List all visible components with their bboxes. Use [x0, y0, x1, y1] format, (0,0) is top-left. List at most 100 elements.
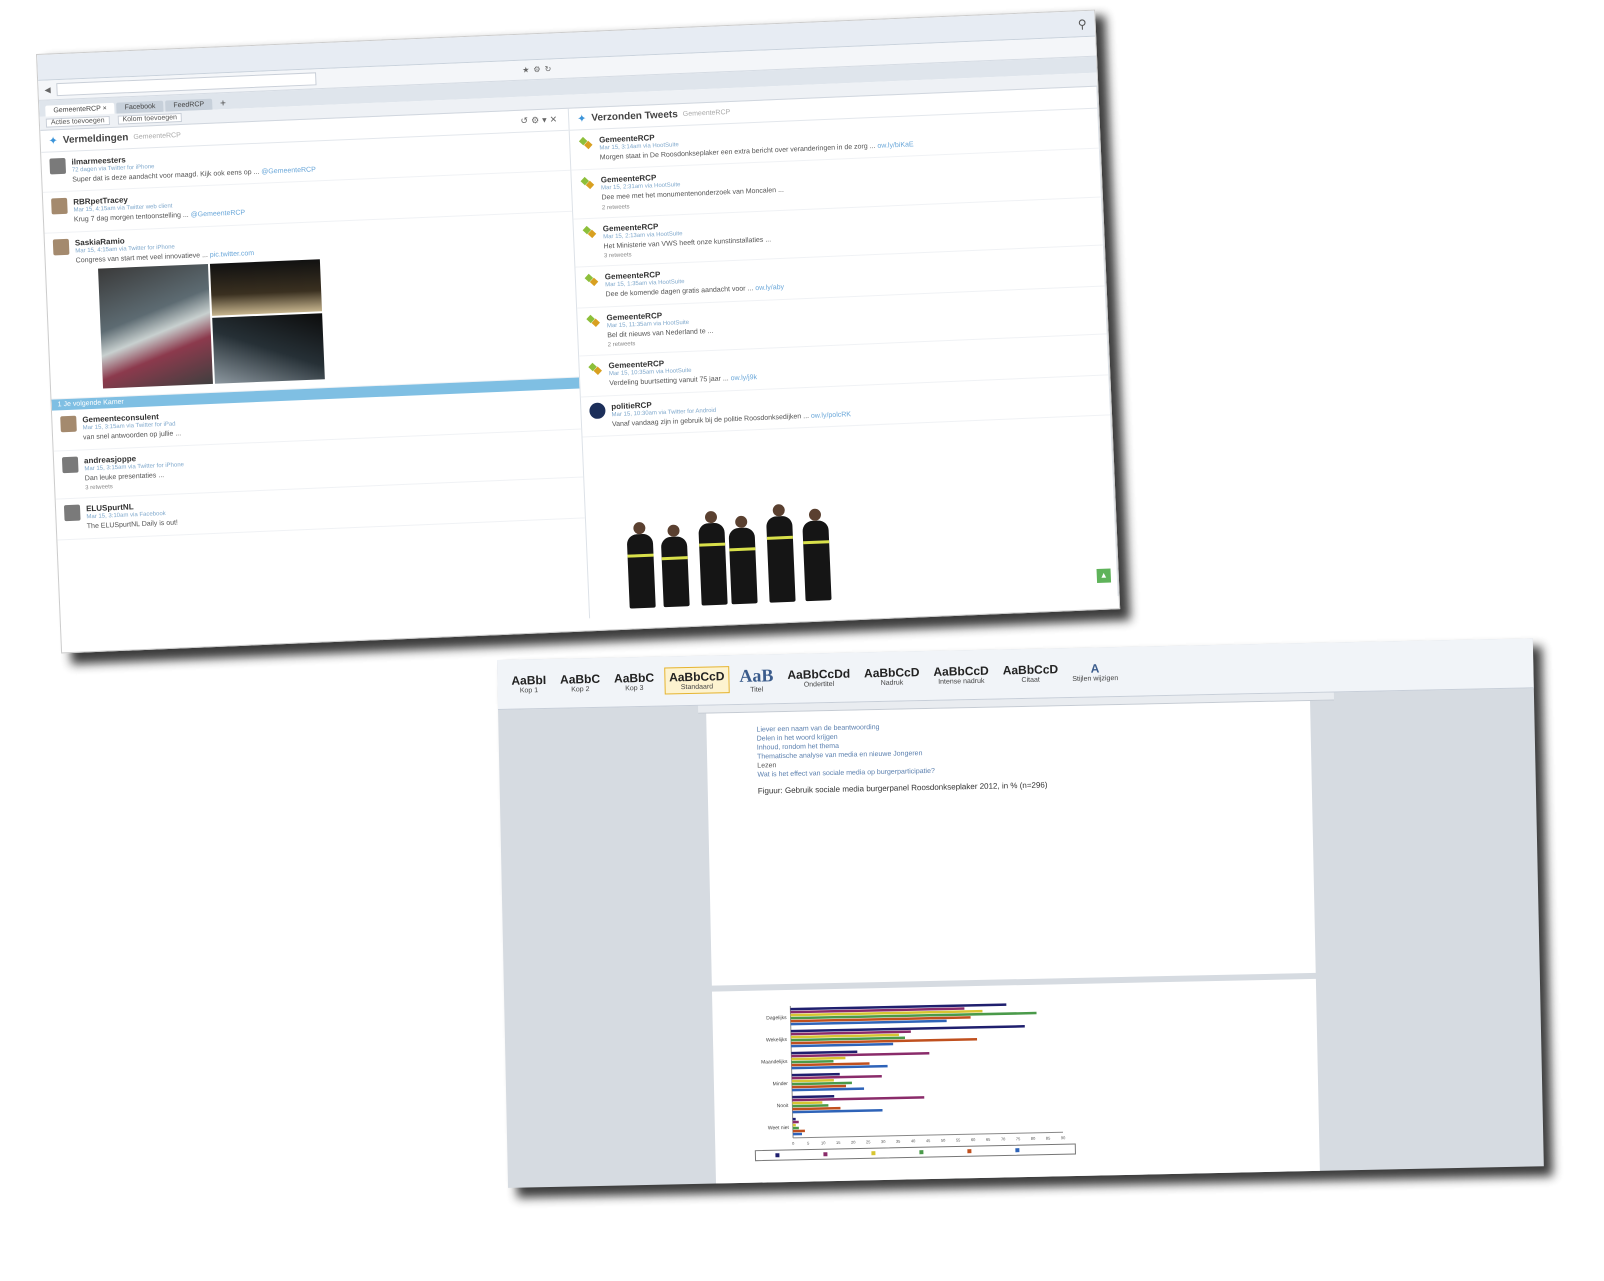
legend-swatch	[775, 1153, 780, 1158]
add-actions-button[interactable]: Acties toevoegen	[45, 115, 110, 128]
bar	[791, 1084, 847, 1089]
tick-label: 75	[1016, 1136, 1021, 1141]
change-styles-button[interactable]: A Stijlen wijzigen	[1068, 659, 1122, 685]
gemeente-logo-icon[interactable]	[580, 176, 596, 192]
tweet-link[interactable]: @GemeenteRCP	[261, 166, 316, 175]
category-label: Dagelijks	[766, 1015, 787, 1021]
tick-label: 60	[971, 1137, 976, 1142]
column-settings-icon[interactable]: ↺⚙▾✕	[520, 114, 560, 127]
style-kop-1[interactable]: AaBbI Kop 1	[507, 671, 550, 697]
style-standaard[interactable]: AaBbCcD Standaard	[663, 666, 730, 695]
bar	[792, 1095, 835, 1099]
style-citaat[interactable]: AaBbCcD Citaat	[999, 660, 1063, 686]
document-page: Liever een naam van de beantwoording Del…	[706, 700, 1316, 986]
bar	[791, 1056, 846, 1061]
style-kop-2[interactable]: AaBbC Kop 2	[556, 670, 605, 696]
bar	[792, 1101, 823, 1105]
tweet[interactable]: SaskiaRamio Mar 15, 4:15am via Twitter f…	[44, 211, 580, 400]
document-page-chart: Dagelijks Wekelijks Maandelijks Minder Nooit…	[711, 978, 1320, 1188]
bar	[791, 1079, 834, 1083]
column-mentions: ✦ Vermeldingen GemeenteRCP ↺⚙▾✕ ilmarmee…	[40, 108, 591, 641]
tick-label: 85	[1046, 1136, 1051, 1141]
photo-audience	[209, 259, 323, 317]
legend-swatch	[823, 1152, 828, 1157]
tab-feedrcp[interactable]: FeedRCP	[165, 98, 213, 112]
police-logo-icon[interactable]	[589, 402, 606, 419]
tweet-link[interactable]: ow.ly/biKaE	[877, 141, 913, 150]
back-icon[interactable]: ◀	[44, 85, 51, 94]
avatar[interactable]	[61, 456, 79, 474]
category-label: Weet niet	[768, 1125, 790, 1131]
column-sent-tweets: ✦ Verzonden Tweets GemeenteRCP GemeenteR…	[568, 86, 1119, 619]
tweet-link[interactable]: pic.twitter.com	[210, 250, 255, 259]
tick-label: 45	[926, 1138, 931, 1143]
tick-label: 80	[1031, 1136, 1036, 1141]
word-document-screenshot: AaBbI Kop 1 AaBbC Kop 2 AaBbC Kop 3 AaBbCcD Sta…	[497, 638, 1544, 1188]
tick-label: 25	[866, 1139, 871, 1144]
tick-label: 90	[1061, 1135, 1066, 1140]
style-kop-3[interactable]: AaBbC Kop 3	[610, 669, 659, 695]
style-nadruk[interactable]: AaBbCcD Nadruk	[860, 663, 924, 689]
gemeente-logo-icon[interactable]	[585, 313, 601, 329]
tick-label: 15	[836, 1140, 841, 1145]
police-officer	[698, 522, 728, 606]
tweet-link[interactable]: ow.ly/polcRK	[811, 411, 851, 420]
police-officer	[626, 533, 656, 609]
tick-label: 10	[821, 1140, 826, 1145]
tick-label: 20	[851, 1140, 856, 1145]
bar	[792, 1117, 796, 1121]
scroll-top-button[interactable]: ▲	[1096, 568, 1112, 584]
tweet-photo[interactable]	[98, 259, 325, 389]
legend-swatch	[1015, 1148, 1020, 1153]
toolbar-icons[interactable]: ★⚙↻	[522, 64, 555, 74]
figure-caption: Figuur: Gebruik sociale media burgerpane…	[757, 780, 1048, 796]
avatar[interactable]	[51, 198, 68, 215]
category-label: Minder	[773, 1081, 789, 1087]
tick-label: 40	[911, 1138, 916, 1143]
tick-label: 50	[941, 1138, 946, 1143]
tick-label: 5	[807, 1141, 810, 1146]
photo-speaker	[212, 313, 325, 385]
bar	[791, 1060, 834, 1064]
bar	[792, 1126, 799, 1130]
gemeente-logo-icon[interactable]	[582, 225, 598, 241]
police-officer	[728, 527, 758, 605]
style-titel[interactable]: AaB Titel	[735, 663, 778, 696]
x-axis	[793, 1131, 1064, 1139]
bar	[792, 1120, 799, 1124]
tab-facebook[interactable]: Facebook	[116, 100, 164, 114]
police-officer	[802, 520, 832, 602]
avatar[interactable]	[63, 504, 81, 522]
style-intense-nadruk[interactable]: AaBbCcD Intense nadruk	[929, 662, 993, 688]
photo-exhibition	[98, 264, 213, 389]
tweet-link[interactable]: ow.ly/j9k	[730, 374, 757, 382]
bar-chart: Dagelijks Wekelijks Maandelijks Minder Nooit…	[754, 1003, 1076, 1162]
avatar[interactable]	[52, 238, 70, 256]
tweet-link[interactable]: @GemeenteRCP	[191, 210, 246, 219]
search-icon[interactable]: ⚲	[1078, 16, 1087, 30]
legend-box	[754, 1143, 1076, 1162]
tick-label: 0	[792, 1141, 795, 1146]
bar	[791, 1072, 840, 1077]
bar	[792, 1106, 841, 1111]
gemeente-logo-icon[interactable]	[578, 136, 594, 152]
tweet-link[interactable]: ow.ly/aby	[755, 284, 784, 292]
twitter-bird-icon: ✦	[48, 135, 59, 148]
bar	[792, 1123, 796, 1127]
style-ondertitel[interactable]: AaBbCcDd Ondertitel	[783, 665, 854, 691]
twitter-bird-icon: ✦	[576, 113, 587, 126]
legend-swatch	[919, 1150, 924, 1155]
add-tab-button[interactable]: +	[214, 98, 232, 110]
avatar[interactable]	[49, 157, 67, 175]
avatar[interactable]	[60, 415, 77, 433]
tick-label: 65	[986, 1137, 991, 1142]
column-subtitle: GemeenteRCP	[133, 132, 181, 141]
add-column-button[interactable]: Kolom toevoegen	[117, 112, 183, 125]
bar	[792, 1132, 803, 1136]
bar	[792, 1129, 805, 1133]
police-officers-photo[interactable]	[625, 489, 859, 609]
gemeente-logo-icon[interactable]	[587, 362, 603, 378]
gemeente-logo-icon[interactable]	[584, 273, 600, 289]
column-title: Verzonden Tweets	[591, 109, 679, 124]
tick-label: 35	[896, 1139, 901, 1144]
